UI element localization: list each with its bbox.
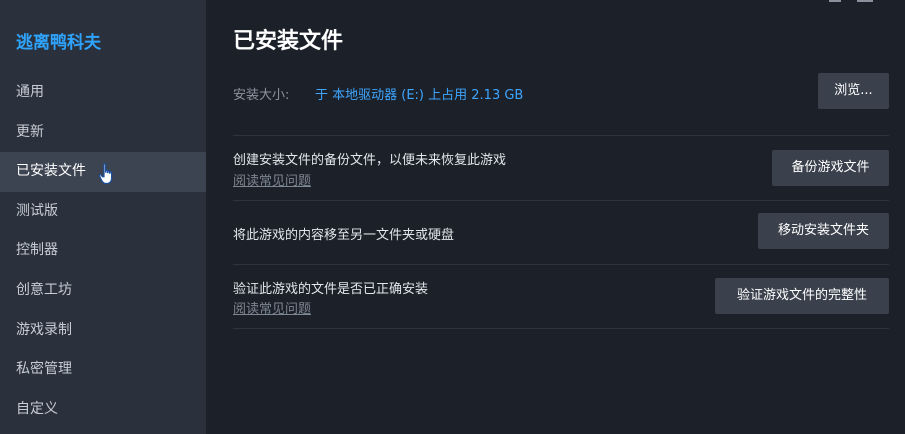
- backup-description: 创建安装文件的备份文件，以便未来恢复此游戏: [233, 153, 507, 168]
- divider: [233, 135, 889, 136]
- verify-faq-link[interactable]: 阅读常见问题: [233, 298, 311, 317]
- sidebar-item-beta[interactable]: 测试版: [0, 192, 206, 232]
- sidebar-item-controller[interactable]: 控制器: [0, 231, 206, 271]
- window-controls: ✕: [817, 0, 897, 8]
- sidebar-item-game-recording[interactable]: 游戏录制: [0, 311, 206, 351]
- install-size-row: 安装大小: 于 本地驱动器 (E:) 上占用 2.13 GB 浏览...: [233, 72, 889, 112]
- main-panel: ✕ 已安装文件 安装大小: 于 本地驱动器 (E:) 上占用 2.13 GB 浏…: [206, 0, 905, 434]
- move-row: 将此游戏的内容移至另一文件夹或硬盘 移动安装文件夹: [233, 213, 889, 251]
- sidebar-item-updates[interactable]: 更新: [0, 113, 206, 153]
- divider: [233, 328, 889, 329]
- browse-button[interactable]: 浏览...: [818, 73, 889, 109]
- close-icon[interactable]: ✕: [885, 0, 897, 4]
- sidebar-item-label: 已安装文件: [16, 163, 86, 180]
- move-description: 将此游戏的内容移至另一文件夹或硬盘: [233, 228, 455, 243]
- verify-description: 验证此游戏的文件是否已正确安装: [233, 282, 429, 297]
- backup-row: 创建安装文件的备份文件，以便未来恢复此游戏 阅读常见问题 备份游戏文件: [233, 149, 889, 189]
- backup-faq-link[interactable]: 阅读常见问题: [233, 170, 311, 189]
- divider: [233, 200, 889, 201]
- move-install-folder-button[interactable]: 移动安装文件夹: [758, 213, 889, 249]
- sidebar-item-privacy[interactable]: 私密管理: [0, 350, 206, 390]
- sidebar: 逃离鸭科夫 通用 更新 已安装文件 测试版 控制器 创意工坊 游戏录制 私密管理…: [0, 0, 206, 434]
- sidebar-item-installed-files[interactable]: 已安装文件: [0, 152, 206, 192]
- minimize-icon[interactable]: [829, 0, 841, 2]
- divider: [233, 264, 889, 265]
- sidebar-item-general[interactable]: 通用: [0, 73, 206, 113]
- maximize-icon[interactable]: [857, 0, 873, 2]
- hand-pointer-icon: [98, 163, 113, 185]
- sidebar-item-workshop[interactable]: 创意工坊: [0, 271, 206, 311]
- install-size-label: 安装大小:: [233, 88, 290, 103]
- page-title: 已安装文件: [233, 29, 344, 54]
- verify-game-files-button[interactable]: 验证游戏文件的完整性: [715, 278, 889, 314]
- verify-row: 验证此游戏的文件是否已正确安装 阅读常见问题 验证游戏文件的完整性: [233, 278, 889, 317]
- app-title: 逃离鸭科夫: [16, 33, 101, 53]
- sidebar-nav: 通用 更新 已安装文件 测试版 控制器 创意工坊 游戏录制 私密管理 自定义: [0, 73, 206, 429]
- backup-game-files-button[interactable]: 备份游戏文件: [772, 150, 889, 186]
- sidebar-item-customization[interactable]: 自定义: [0, 390, 206, 430]
- install-size-value: 于 本地驱动器 (E:) 上占用 2.13 GB: [315, 88, 524, 103]
